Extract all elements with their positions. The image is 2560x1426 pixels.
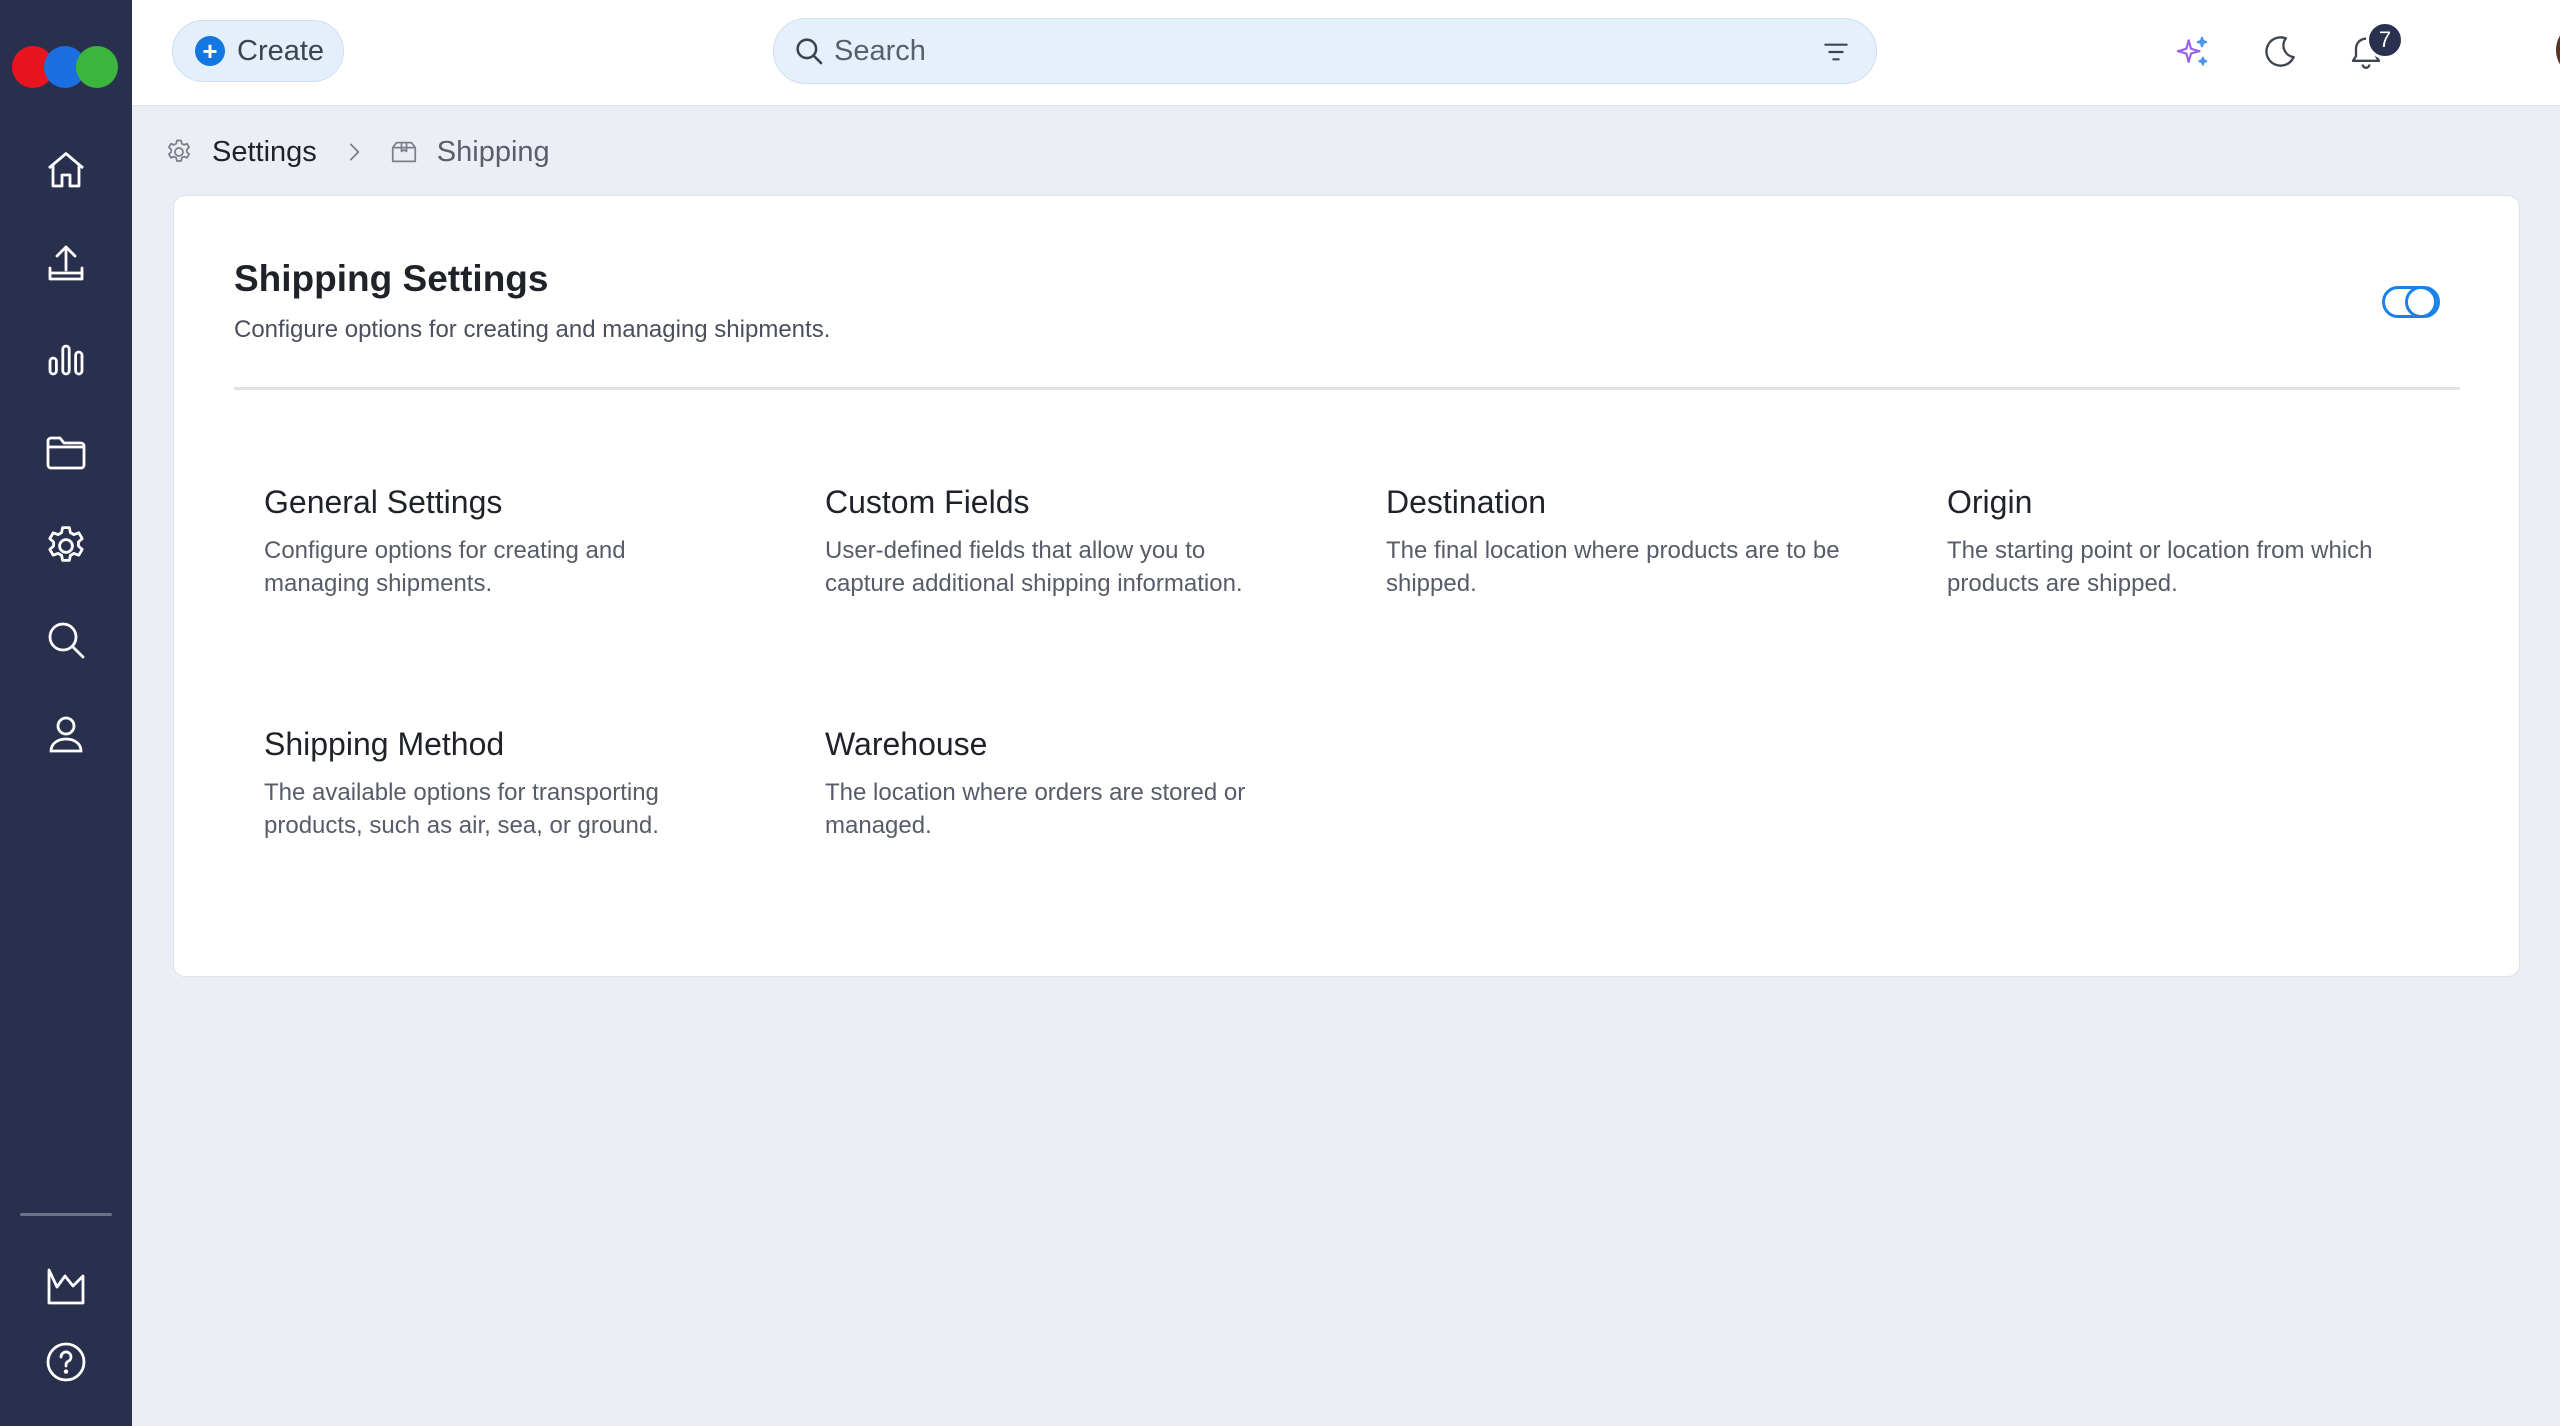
settings-item-destination[interactable]: Destination The final location where pro… (1386, 482, 1846, 600)
item-description: The final location where products are to… (1386, 537, 1840, 597)
top-header: + Create 7 (132, 0, 2560, 106)
package-icon (391, 141, 416, 163)
item-description: Configure options for creating and manag… (264, 537, 626, 597)
item-description: The starting point or location from whic… (1947, 537, 2373, 597)
settings-item-warehouse[interactable]: Warehouse The location where orders are … (825, 724, 1285, 842)
breadcrumb-settings-link[interactable]: Settings (212, 136, 317, 169)
item-title: Origin (1947, 484, 2033, 520)
page-title: Shipping Settings (234, 258, 549, 299)
dark-mode-icon[interactable] (2256, 28, 2304, 76)
item-title: Shipping Method (264, 726, 505, 762)
settings-item-origin[interactable]: Origin The starting point or location fr… (1947, 482, 2407, 600)
item-title: General Settings (264, 484, 503, 520)
item-title: Warehouse (825, 726, 988, 762)
breadcrumb: Settings Shipping (164, 132, 550, 172)
item-title: Destination (1386, 484, 1547, 520)
shipping-settings-card: Shipping Settings Configure options for … (173, 195, 2520, 977)
home-icon[interactable] (38, 142, 94, 198)
page-subtitle: Configure options for creating and manag… (234, 316, 831, 343)
folder-icon[interactable] (38, 424, 94, 480)
search-bar[interactable] (773, 18, 1877, 84)
reports-icon[interactable] (38, 1258, 94, 1314)
help-icon[interactable] (38, 1334, 94, 1390)
chevron-right-icon (349, 143, 359, 161)
item-description: User-defined fields that allow you to ca… (825, 537, 1243, 597)
user-avatar[interactable] (2556, 22, 2560, 78)
ai-sparkle-icon[interactable] (2168, 28, 2216, 76)
search-icon (796, 38, 823, 65)
sidebar (0, 0, 132, 1426)
create-button[interactable]: + Create (172, 20, 344, 82)
app-root: + Create 7 Settings Shipping Shipping Se… (0, 0, 2560, 1426)
settings-item-shipping-method[interactable]: Shipping Method The available options fo… (264, 724, 724, 842)
settings-icon (168, 139, 190, 162)
settings-item-general[interactable]: General Settings Configure options for c… (264, 482, 724, 600)
item-description: The available options for transporting p… (264, 779, 659, 839)
settings-item-custom-fields[interactable]: Custom Fields User-defined fields that a… (825, 482, 1285, 600)
settings-icon[interactable] (38, 518, 94, 574)
shipping-enabled-toggle[interactable] (2382, 286, 2440, 318)
sidebar-divider (20, 1213, 112, 1216)
filter-icon[interactable] (1820, 36, 1852, 68)
breadcrumb-current: Shipping (436, 135, 550, 168)
notification-badge: 7 (2366, 21, 2404, 59)
app-logo[interactable] (12, 46, 118, 92)
toggle-knob (2405, 286, 2437, 318)
item-title: Custom Fields (825, 484, 1030, 520)
plus-icon: + (195, 36, 225, 66)
upload-icon[interactable] (38, 236, 94, 292)
item-description: The location where orders are stored or … (825, 779, 1246, 839)
user-icon[interactable] (38, 706, 94, 762)
card-divider (234, 387, 2460, 390)
create-button-label: Create (237, 34, 325, 67)
analytics-icon[interactable] (38, 330, 94, 386)
search-icon[interactable] (38, 612, 94, 668)
search-input[interactable] (834, 34, 1774, 68)
